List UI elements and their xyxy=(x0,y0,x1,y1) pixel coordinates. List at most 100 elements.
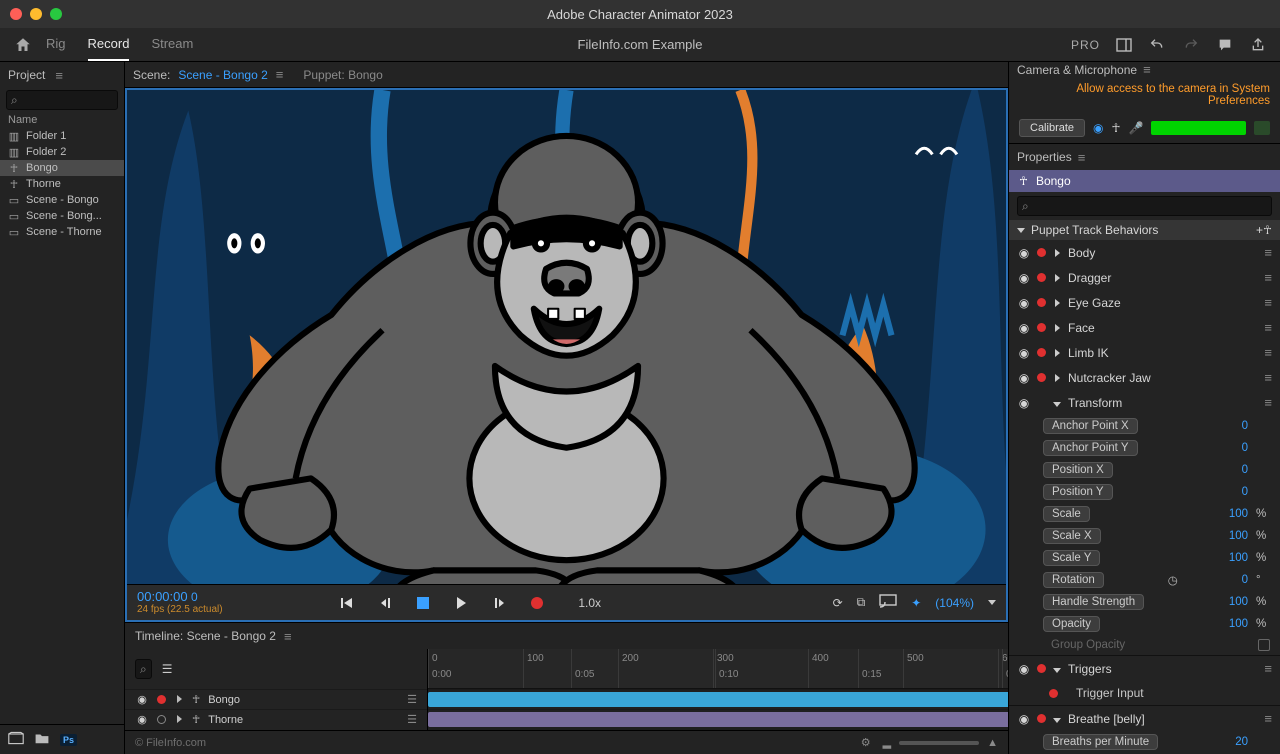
project-item[interactable]: ☥Thorne xyxy=(0,176,124,192)
timeline-track-lane[interactable] xyxy=(428,709,1008,729)
timeline-zoom-in-icon[interactable]: ▲ xyxy=(987,737,998,749)
behavior-menu-icon[interactable]: ≡ xyxy=(1264,320,1272,335)
play-button[interactable] xyxy=(452,594,470,612)
property-value[interactable]: 100 xyxy=(1229,618,1248,630)
property-value[interactable]: 100 xyxy=(1229,530,1248,542)
zoom-dropdown-icon[interactable] xyxy=(988,600,996,605)
trigger-input-row[interactable]: Trigger Input xyxy=(1009,681,1280,705)
body-tracker-icon[interactable]: ☥ xyxy=(1112,121,1121,135)
group-opacity-checkbox[interactable] xyxy=(1258,639,1270,651)
visibility-toggle-icon[interactable]: ◉ xyxy=(1017,396,1031,410)
breathe-header[interactable]: ◉ Breathe [belly] ≡ xyxy=(1009,705,1280,731)
arm-indicator-icon[interactable] xyxy=(1037,248,1046,257)
behavior-menu-icon[interactable]: ≡ xyxy=(1264,270,1272,285)
redo-icon[interactable] xyxy=(1182,37,1200,53)
behavior-row[interactable]: ◉ Limb IK ≡ xyxy=(1009,340,1280,365)
project-item[interactable]: ▭Scene - Bongo xyxy=(0,192,124,208)
property-label[interactable]: Rotation xyxy=(1043,572,1104,588)
triggers-menu-icon[interactable]: ≡ xyxy=(1264,661,1272,676)
scene-menu-icon[interactable]: ≡ xyxy=(276,67,284,82)
record-button[interactable] xyxy=(528,594,546,612)
minimize-window-button[interactable] xyxy=(30,8,42,20)
track-options-icon[interactable]: ☰ xyxy=(407,713,417,726)
timeline-zoom-out-icon[interactable]: ▂ xyxy=(883,736,891,749)
pro-badge[interactable]: PRO xyxy=(1071,38,1100,52)
property-value[interactable]: 0 xyxy=(1242,486,1248,498)
expand-icon[interactable] xyxy=(1052,246,1062,260)
visibility-toggle-icon[interactable]: ◉ xyxy=(135,693,149,706)
transform-header[interactable]: ◉ Transform ≡ xyxy=(1009,390,1280,415)
visibility-toggle-icon[interactable]: ◉ xyxy=(135,713,149,726)
timeline-menu-icon[interactable]: ≡ xyxy=(284,629,292,644)
microphone-icon[interactable]: 🎤 xyxy=(1128,121,1143,135)
visibility-toggle-icon[interactable]: ◉ xyxy=(1017,712,1031,726)
behavior-menu-icon[interactable]: ≡ xyxy=(1264,345,1272,360)
arm-indicator-icon[interactable] xyxy=(1037,664,1046,673)
zoom-level[interactable]: (104%) xyxy=(935,596,974,610)
property-value[interactable]: 0 xyxy=(1242,464,1248,476)
cast-icon[interactable] xyxy=(879,594,897,611)
property-value[interactable]: 100 xyxy=(1229,508,1248,520)
property-label[interactable]: Anchor Point X xyxy=(1043,418,1138,434)
timecode[interactable]: 00:00:00 xyxy=(137,589,188,604)
behavior-row[interactable]: ◉ Eye Gaze ≡ xyxy=(1009,290,1280,315)
timeline-zoom-slider[interactable] xyxy=(899,741,979,745)
expand-icon[interactable] xyxy=(1052,371,1062,385)
timeline-track-header[interactable]: ◉ ☥ Thorne ☰ xyxy=(125,709,427,729)
timeline-clip[interactable] xyxy=(428,712,1008,727)
timeline-settings-icon[interactable]: ⚙ xyxy=(861,736,871,749)
property-value[interactable]: 0 xyxy=(1242,442,1248,454)
tab-rig[interactable]: Rig xyxy=(46,28,66,61)
visibility-toggle-icon[interactable]: ◉ xyxy=(1017,271,1031,285)
calibrate-button[interactable]: Calibrate xyxy=(1019,119,1085,137)
behavior-row[interactable]: ◉ Dragger ≡ xyxy=(1009,265,1280,290)
property-label[interactable]: Opacity xyxy=(1043,616,1100,632)
project-item[interactable]: ▥Folder 2 xyxy=(0,144,124,160)
playback-speed[interactable]: 1.0x xyxy=(578,596,601,610)
photoshop-icon[interactable]: Ps xyxy=(60,734,77,746)
close-window-button[interactable] xyxy=(10,8,22,20)
property-value[interactable]: 100 xyxy=(1229,552,1248,564)
timeline-track-lane[interactable] xyxy=(428,689,1008,709)
arm-indicator-icon[interactable] xyxy=(157,715,166,724)
frame-number[interactable]: 0 xyxy=(191,590,198,604)
selected-puppet-header[interactable]: ☥ Bongo xyxy=(1009,170,1280,192)
property-label[interactable]: Anchor Point Y xyxy=(1043,440,1138,456)
expand-icon[interactable] xyxy=(1052,346,1062,360)
property-value[interactable]: 100 xyxy=(1229,596,1248,608)
arm-indicator-icon[interactable] xyxy=(1037,373,1046,382)
property-label[interactable]: Position Y xyxy=(1043,484,1113,500)
stop-button[interactable] xyxy=(414,594,432,612)
home-icon[interactable] xyxy=(14,36,32,54)
maximize-window-button[interactable] xyxy=(50,8,62,20)
expand-icon[interactable] xyxy=(174,694,184,706)
undo-icon[interactable] xyxy=(1148,37,1166,53)
visibility-toggle-icon[interactable]: ◉ xyxy=(1017,246,1031,260)
expand-icon[interactable] xyxy=(1052,296,1062,310)
project-name-column[interactable]: Name xyxy=(0,112,124,128)
project-item[interactable]: ☥Bongo xyxy=(0,160,124,176)
properties-search-input[interactable]: ⌕ xyxy=(1017,196,1272,216)
property-label[interactable]: Position X xyxy=(1043,462,1113,478)
expand-icon[interactable] xyxy=(174,714,184,726)
timeline-search-input[interactable]: ⌕ xyxy=(135,659,152,679)
project-item[interactable]: ▥Folder 1 xyxy=(0,128,124,144)
property-label[interactable]: Breaths per Minute xyxy=(1043,734,1158,750)
snapshot-icon[interactable]: ⧉ xyxy=(857,595,866,610)
project-item[interactable]: ▭Scene - Thorne xyxy=(0,224,124,240)
arm-indicator-icon[interactable] xyxy=(1037,348,1046,357)
visibility-toggle-icon[interactable]: ◉ xyxy=(1017,296,1031,310)
scene-viewport[interactable] xyxy=(127,90,1006,584)
behaviors-group-header[interactable]: Puppet Track Behaviors +☥ xyxy=(1009,220,1280,240)
timeline-ruler[interactable]: 00:001000:052003000:104000:155006000:207… xyxy=(428,649,1008,689)
refresh-icon[interactable]: ⟳ xyxy=(833,596,843,610)
new-scene-icon[interactable] xyxy=(8,731,24,748)
visibility-toggle-icon[interactable]: ◉ xyxy=(1017,321,1031,335)
track-options-icon[interactable]: ☰ xyxy=(407,693,417,706)
camera-panel-menu-icon[interactable]: ≡ xyxy=(1143,62,1151,77)
behavior-menu-icon[interactable]: ≡ xyxy=(1264,370,1272,385)
visibility-toggle-icon[interactable]: ◉ xyxy=(1017,346,1031,360)
property-value[interactable]: 20 xyxy=(1235,736,1248,748)
workspace-layout-icon[interactable] xyxy=(1116,38,1132,52)
step-back-icon[interactable] xyxy=(376,594,394,612)
